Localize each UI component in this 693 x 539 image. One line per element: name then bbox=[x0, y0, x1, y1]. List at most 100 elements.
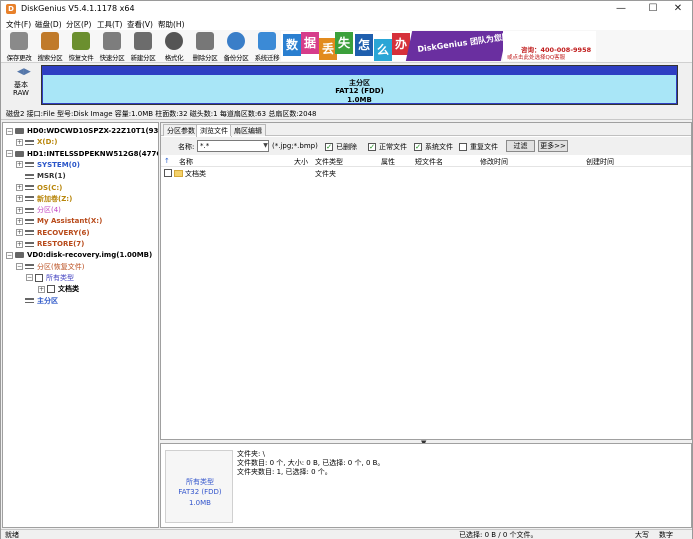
collapse-icon[interactable]: − bbox=[6, 127, 13, 135]
partition-icon bbox=[25, 241, 34, 247]
tree-item-label: 分区(恢复文件) bbox=[37, 262, 85, 271]
collapse-icon[interactable]: − bbox=[26, 274, 33, 282]
monitor-icon bbox=[258, 32, 276, 50]
tab-sector-edit[interactable]: 扇区编辑 bbox=[230, 124, 266, 136]
minimize-button[interactable]: — bbox=[607, 1, 635, 17]
partition-icon bbox=[25, 298, 34, 303]
tree-item[interactable]: + My Assistant(X:) bbox=[16, 216, 102, 226]
tree-item[interactable]: + 分区(4) bbox=[16, 205, 61, 215]
expand-icon[interactable]: + bbox=[16, 195, 23, 203]
tree-item[interactable]: 主分区 bbox=[16, 296, 58, 306]
expand-icon[interactable]: + bbox=[38, 285, 45, 293]
tree-item[interactable]: − 分区(恢复文件) bbox=[16, 262, 84, 272]
deleted-checkbox[interactable]: ✓ 已删除 bbox=[325, 142, 357, 152]
tree-item[interactable]: + RECOVERY(6) bbox=[16, 228, 90, 238]
expand-icon[interactable]: + bbox=[16, 229, 23, 237]
expand-icon[interactable]: + bbox=[16, 161, 23, 169]
menu-disk[interactable]: 磁盘(D) bbox=[35, 19, 62, 30]
menu-partition[interactable]: 分区(P) bbox=[66, 19, 91, 30]
tree-item[interactable]: + X(D:) bbox=[16, 137, 57, 147]
tree-item[interactable]: − 所有类型 bbox=[26, 273, 74, 283]
name-filter-input[interactable]: *.* bbox=[197, 140, 269, 152]
menu-tools[interactable]: 工具(T) bbox=[97, 19, 122, 30]
disk-format-label: RAW bbox=[13, 89, 29, 97]
system-files-checkbox[interactable]: ✓ 系统文件 bbox=[414, 142, 453, 152]
tree-item[interactable]: + 文档类 bbox=[38, 284, 79, 294]
expand-icon[interactable]: + bbox=[16, 217, 23, 225]
close-button[interactable]: ✕ bbox=[664, 1, 692, 17]
partition-icon bbox=[25, 196, 34, 202]
menu-file[interactable]: 文件(F) bbox=[6, 19, 31, 30]
status-text: 就绪 bbox=[5, 531, 19, 539]
new-partition-label: 新建分区 bbox=[130, 54, 156, 62]
tree-item[interactable]: − HD0:WDCWD10SPZX-22Z10T1(932GB) bbox=[6, 126, 158, 136]
collapse-icon[interactable]: − bbox=[16, 263, 23, 271]
col-short-name[interactable]: 短文件名 bbox=[415, 157, 443, 167]
table-row[interactable]: 文档类 文件夹 bbox=[161, 168, 691, 179]
new-partition-button[interactable]: 新建分区 bbox=[127, 31, 159, 62]
col-modified[interactable]: 修改时间 bbox=[480, 157, 508, 167]
tree-checkbox[interactable] bbox=[35, 273, 43, 282]
col-attributes[interactable]: 属性 bbox=[381, 157, 395, 167]
recover-files-button[interactable]: 恢复文件 bbox=[65, 31, 97, 62]
format-button[interactable]: 格式化 bbox=[158, 31, 190, 62]
maximize-button[interactable]: ☐ bbox=[639, 1, 667, 17]
tab-partition-params[interactable]: 分区参数 bbox=[163, 124, 199, 136]
search-partition-button[interactable]: 搜索分区 bbox=[34, 31, 66, 62]
tree-item-label: 主分区 bbox=[37, 296, 58, 305]
save-changes-button[interactable]: 保存更改 bbox=[3, 31, 35, 62]
expand-icon[interactable]: + bbox=[16, 240, 23, 248]
name-filter-hint: (*.jpg;*.bmp) bbox=[272, 142, 318, 150]
tree-item[interactable]: − VD0:disk-recovery.img(1.00MB) bbox=[6, 250, 152, 260]
chevron-down-icon[interactable]: ▼ bbox=[261, 140, 270, 152]
normal-files-checkbox[interactable]: ✓ 正常文件 bbox=[368, 142, 407, 152]
more-button[interactable]: 更多>> bbox=[538, 140, 568, 152]
expand-icon[interactable]: + bbox=[16, 206, 23, 214]
tree-item[interactable]: MSR(1) bbox=[16, 171, 66, 181]
collapse-icon[interactable]: − bbox=[6, 150, 13, 158]
title-bar[interactable]: D DiskGenius V5.4.1.1178 x64 — ☐ ✕ bbox=[1, 1, 692, 17]
system-migration-button[interactable]: 系统迁移 bbox=[251, 31, 283, 62]
col-name[interactable]: 名称 bbox=[179, 157, 193, 167]
menu-help[interactable]: 帮助(H) bbox=[158, 19, 185, 30]
tree-item-label: My Assistant(X:) bbox=[37, 217, 103, 226]
partition-thumbnail: 所有类型 FAT32 (FDD) 1.0MB bbox=[165, 450, 233, 523]
backup-partition-button[interactable]: 备份分区 bbox=[220, 31, 252, 62]
tab-browse-files[interactable]: 浏览文件 bbox=[196, 124, 232, 137]
delete-partition-label: 删除分区 bbox=[192, 54, 218, 62]
delete-partition-button[interactable]: 删除分区 bbox=[189, 31, 221, 62]
tree-item[interactable]: + OS(C:) bbox=[16, 183, 62, 193]
quick-partition-button[interactable]: 快速分区 bbox=[96, 31, 128, 62]
col-created[interactable]: 创建时间 bbox=[586, 157, 614, 167]
duplicate-files-checkbox[interactable]: 重复文件 bbox=[459, 142, 498, 152]
partition-icon bbox=[25, 230, 34, 236]
col-size[interactable]: 大小 bbox=[294, 157, 308, 167]
disk-nav-arrows[interactable]: ◀▶ bbox=[17, 67, 31, 77]
tree-checkbox[interactable] bbox=[47, 285, 55, 294]
window-title: DiskGenius V5.4.1.1178 x64 bbox=[21, 4, 135, 13]
tree-item[interactable]: + 新加卷(Z:) bbox=[16, 194, 72, 204]
collapse-icon[interactable]: − bbox=[6, 251, 13, 259]
expand-icon[interactable]: + bbox=[16, 138, 23, 146]
folder-icon bbox=[174, 170, 183, 177]
partition-filesystem: FAT12 (FDD) bbox=[335, 87, 384, 95]
row-checkbox[interactable] bbox=[164, 169, 172, 177]
recover-icon bbox=[72, 32, 90, 50]
tree-item[interactable]: + RESTORE(7) bbox=[16, 239, 84, 249]
disk-tree[interactable]: − HD0:WDCWD10SPZX-22Z10T1(932GB) + X(D:) − HD… bbox=[2, 122, 159, 528]
menu-view[interactable]: 查看(V) bbox=[127, 19, 153, 30]
banner-qq-link[interactable]: 或点击此处选择QQ客服 bbox=[507, 53, 565, 61]
tree-item-label: X(D:) bbox=[37, 138, 58, 147]
tree-item-label: RECOVERY(6) bbox=[37, 228, 90, 237]
tree-item-label: 所有类型 bbox=[46, 273, 74, 282]
partition-icon bbox=[25, 139, 34, 145]
expand-icon[interactable]: + bbox=[16, 184, 23, 191]
col-type[interactable]: 文件类型 bbox=[315, 157, 343, 167]
name-filter-label: 名称: bbox=[178, 143, 195, 151]
tree-item[interactable]: − HD1:INTELSSDPEKNW512G8(477GB) bbox=[6, 149, 158, 159]
tree-item[interactable]: + SYSTEM(0) bbox=[16, 160, 80, 170]
partition-block[interactable]: 主分区 FAT12 (FDD) 1.0MB bbox=[41, 65, 678, 105]
trash-icon bbox=[196, 32, 214, 50]
filter-button[interactable]: 过滤 bbox=[506, 140, 535, 152]
up-arrow-icon[interactable]: ↑ bbox=[164, 157, 170, 165]
